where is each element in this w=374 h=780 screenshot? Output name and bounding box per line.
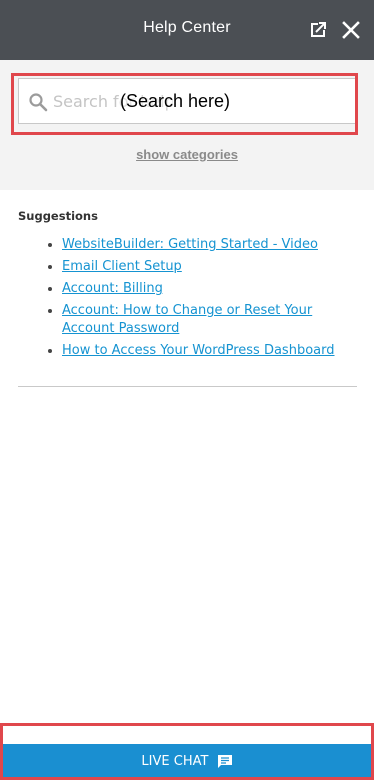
- suggestion-link[interactable]: Email Client Setup: [62, 259, 182, 274]
- external-link-icon[interactable]: [308, 20, 328, 40]
- suggestion-link[interactable]: WebsiteBuilder: Getting Started - Video: [62, 237, 318, 252]
- search-icon: [29, 93, 48, 112]
- suggestion-link[interactable]: Account: How to Change or Reset Your Acc…: [62, 303, 312, 336]
- close-icon[interactable]: [341, 20, 361, 40]
- suggestions-heading: Suggestions: [18, 209, 98, 223]
- list-item: Account: How to Change or Reset Your Acc…: [62, 302, 362, 338]
- suggestion-link[interactable]: How to Access Your WordPress Dashboard: [62, 343, 335, 358]
- divider: [18, 386, 357, 387]
- list-item: Email Client Setup: [62, 258, 362, 276]
- show-categories-link[interactable]: show categories: [0, 147, 374, 162]
- suggestion-link[interactable]: Account: Billing: [62, 281, 163, 296]
- live-chat-button[interactable]: LIVE CHAT: [0, 744, 374, 780]
- list-item: How to Access Your WordPress Dashboard: [62, 342, 362, 360]
- live-chat-label: LIVE CHAT: [141, 754, 209, 769]
- search-annotation-label: (Search here): [120, 91, 231, 111]
- list-item: WebsiteBuilder: Getting Started - Video: [62, 236, 362, 254]
- list-item: Account: Billing: [62, 280, 362, 298]
- help-center-header: Help Center: [0, 0, 374, 60]
- chat-icon: [217, 754, 232, 768]
- suggestions-list: WebsiteBuilder: Getting Started - Video …: [32, 236, 362, 364]
